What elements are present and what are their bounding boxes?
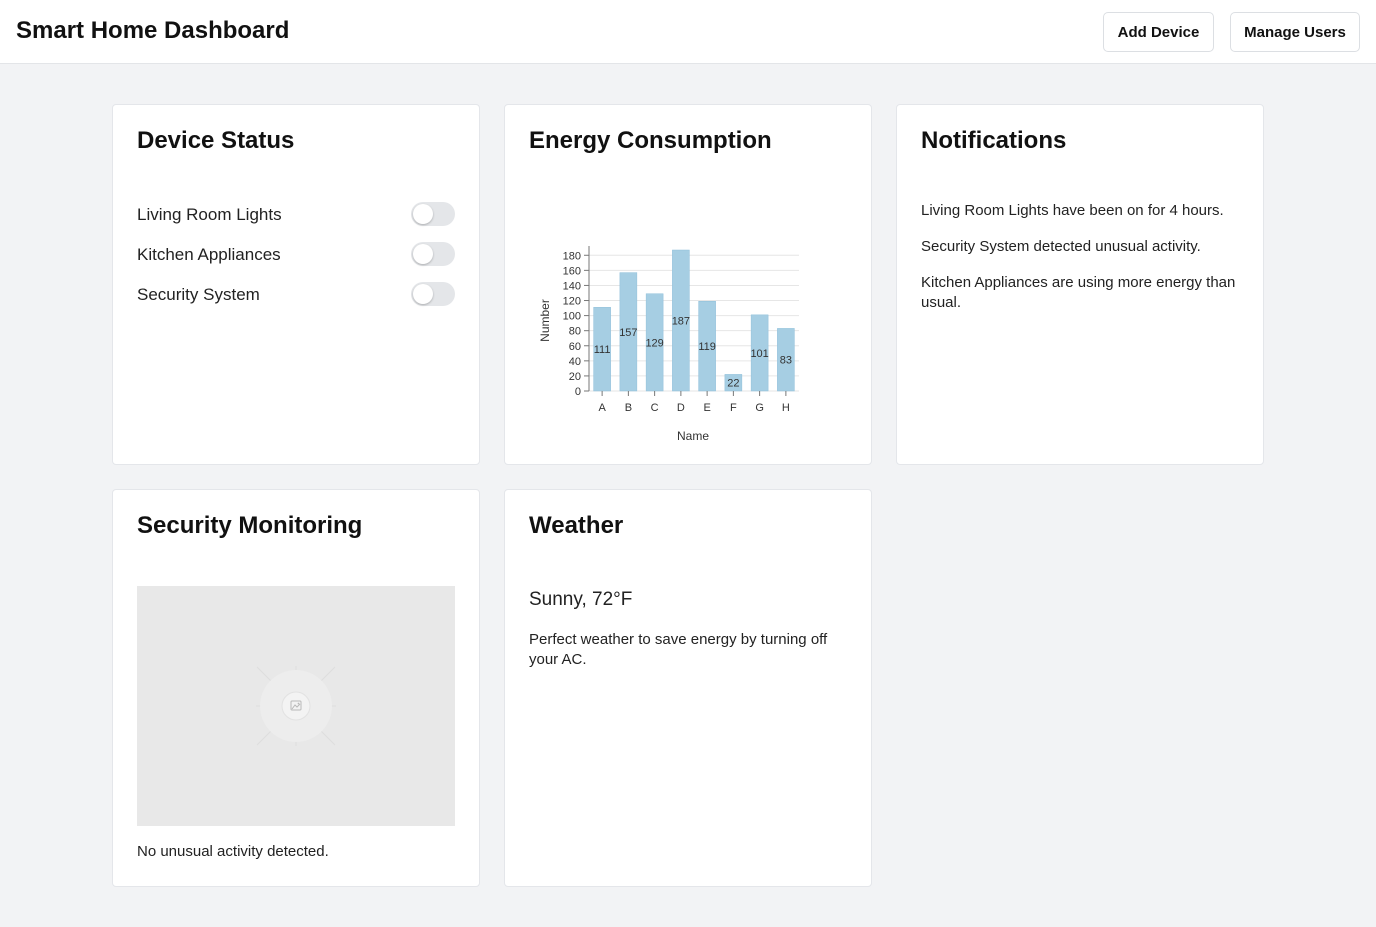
weather-summary: Sunny, 72°F: [529, 589, 633, 610]
app-title: Smart Home Dashboard: [16, 17, 290, 44]
security-monitoring-title: Security Monitoring: [137, 512, 363, 539]
x-tick-label: F: [730, 402, 737, 414]
kitchen-appliances-toggle[interactable]: [411, 242, 455, 266]
y-tick-label: 160: [563, 265, 581, 277]
toggle-knob: [413, 244, 433, 264]
manage-users-button[interactable]: Manage Users: [1230, 12, 1360, 52]
notifications-card: Notifications Living Room Lights have be…: [896, 104, 1264, 465]
camera-feed[interactable]: [137, 586, 455, 826]
y-tick-label: 60: [569, 341, 581, 353]
notification-item: Living Room Lights have been on for 4 ho…: [921, 202, 1224, 219]
top-bar: Smart Home Dashboard Add Device Manage U…: [0, 0, 1376, 64]
device-label: Living Room Lights: [137, 205, 282, 224]
add-device-button[interactable]: Add Device: [1103, 12, 1214, 52]
device-label: Security System: [137, 285, 260, 304]
bar-value-label: 22: [727, 378, 739, 390]
security-status-text: No unusual activity detected.: [137, 843, 329, 860]
notification-item: Security System detected unusual activit…: [921, 238, 1201, 255]
security-monitoring-card: Security Monitoring No unusual activity …: [112, 489, 480, 887]
living-room-lights-toggle[interactable]: [411, 202, 455, 226]
x-tick-label: C: [651, 402, 659, 414]
device-row-kitchen-appliances: Kitchen Appliances: [137, 242, 455, 268]
notification-item: Kitchen Appliances are using more energy…: [921, 274, 1236, 311]
y-tick-label: 180: [563, 250, 581, 262]
notifications-title: Notifications: [921, 127, 1067, 154]
bar-value-label: 187: [672, 316, 690, 328]
y-tick-label: 40: [569, 356, 581, 368]
y-tick-label: 120: [563, 296, 581, 308]
y-tick-label: 0: [575, 386, 581, 398]
y-axis-title: Number: [538, 299, 552, 342]
bar-value-label: 101: [750, 348, 768, 360]
bar-value-label: 119: [698, 341, 716, 353]
x-tick-label: B: [625, 402, 632, 414]
x-tick-label: E: [703, 402, 710, 414]
image-placeholder-icon: [256, 666, 336, 746]
y-tick-label: 20: [569, 371, 581, 383]
weather-card: Weather Sunny, 72°F Perfect weather to s…: [504, 489, 872, 887]
device-label: Kitchen Appliances: [137, 245, 281, 264]
y-tick-label: 80: [569, 326, 581, 338]
x-axis-title: Name: [677, 429, 709, 443]
x-tick-label: G: [755, 402, 764, 414]
bar-value-label: 129: [645, 337, 663, 349]
device-row-security-system: Security System: [137, 282, 455, 308]
bar-value-label: 111: [594, 344, 611, 356]
device-status-title: Device Status: [137, 127, 295, 154]
toggle-knob: [413, 284, 433, 304]
x-tick-label: H: [782, 402, 790, 414]
bar-value-label: 157: [619, 327, 637, 339]
weather-title: Weather: [529, 512, 624, 539]
x-tick-label: D: [677, 402, 685, 414]
device-row-living-room-lights: Living Room Lights: [137, 202, 455, 228]
weather-tip: Perfect weather to save energy by turnin…: [529, 631, 828, 668]
device-status-card: Device Status Living Room Lights Kitchen…: [112, 104, 480, 465]
y-tick-label: 140: [563, 280, 581, 292]
energy-bar-chart: 0 20 40 60 80 100 120 140 160 180 111 A 157 B 129 C 187 D…: [538, 246, 799, 443]
energy-consumption-card: Energy Consumption 0 20 40 60 80 100 120 140 160…: [504, 104, 872, 465]
bar-value-label: 83: [780, 355, 792, 367]
y-tick-label: 100: [563, 311, 581, 323]
security-system-toggle[interactable]: [411, 282, 455, 306]
toggle-knob: [413, 204, 433, 224]
x-tick-label: A: [598, 402, 606, 414]
